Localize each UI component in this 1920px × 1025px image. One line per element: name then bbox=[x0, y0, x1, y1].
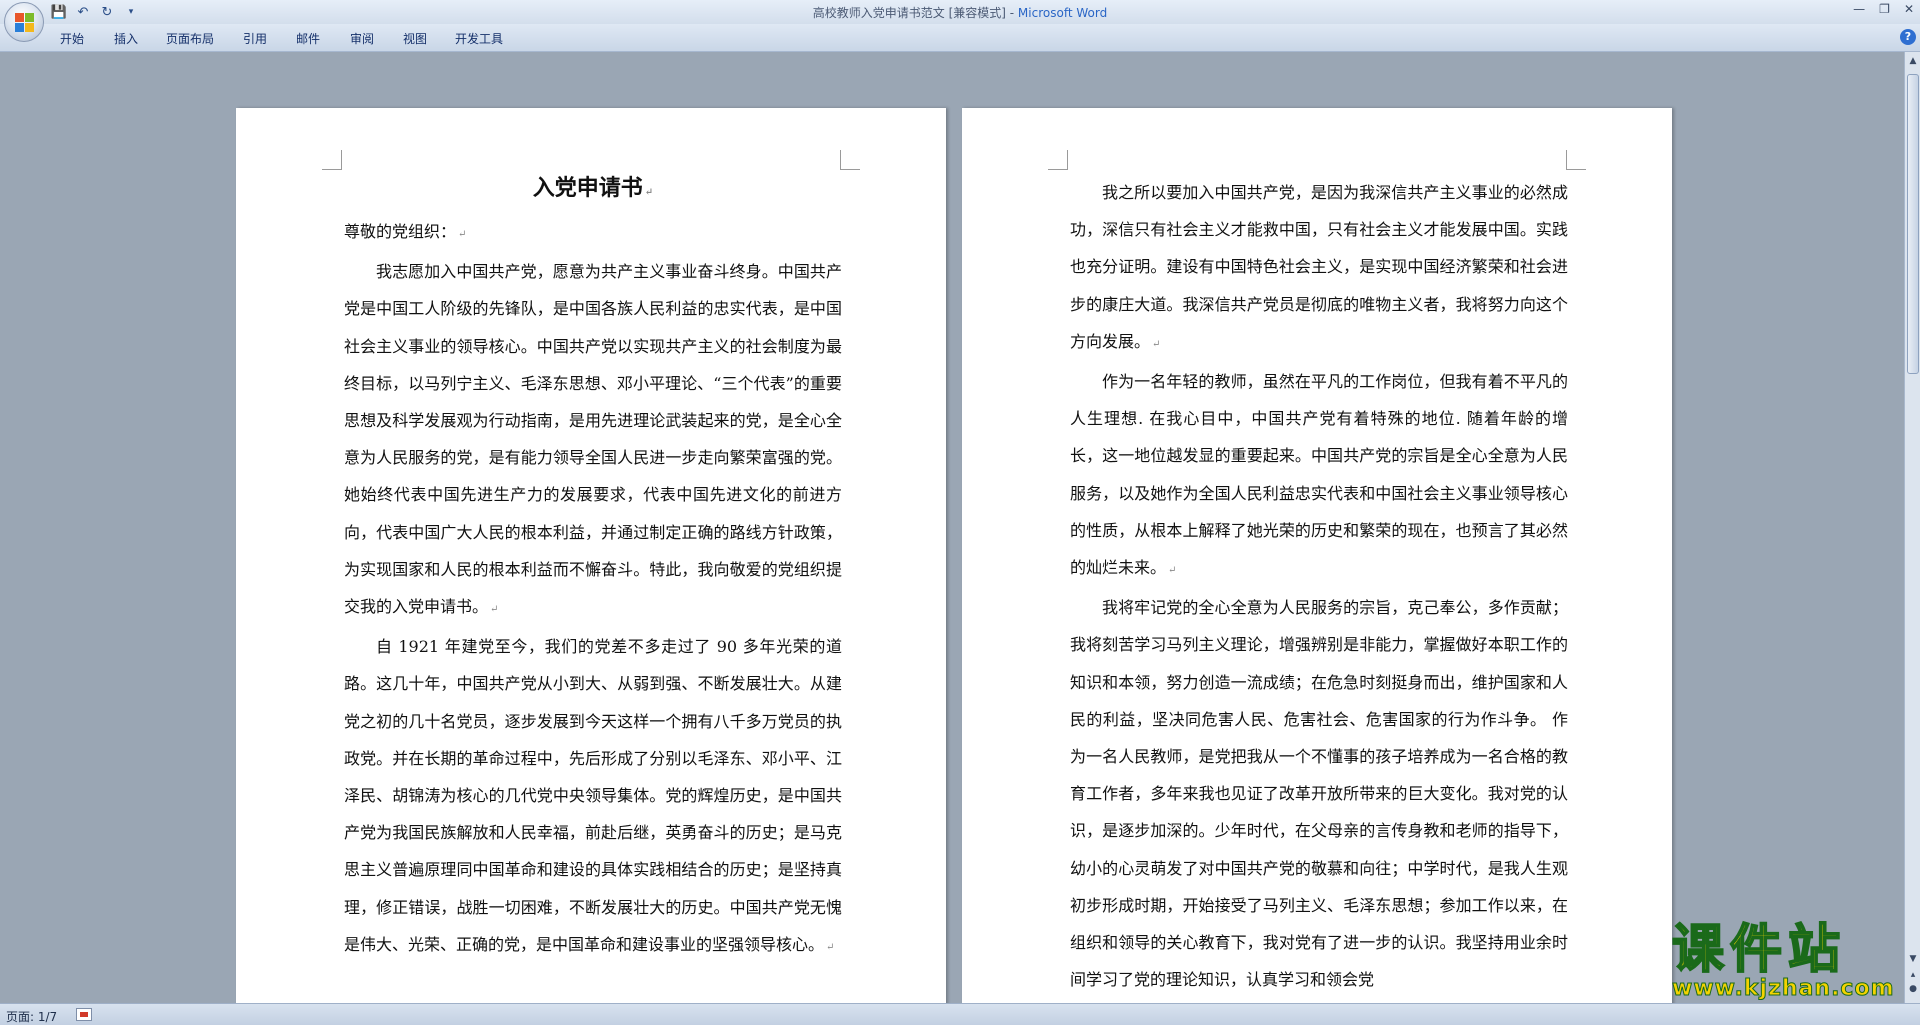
tab-developer[interactable]: 开发工具 bbox=[455, 30, 503, 47]
tab-home[interactable]: 开始 bbox=[60, 30, 84, 47]
paragraph-mark-icon: ↵ bbox=[1168, 565, 1177, 577]
tab-page-layout[interactable]: 页面布局 bbox=[166, 30, 214, 47]
salutation: 尊敬的党组织： ↵ bbox=[344, 222, 467, 241]
margin-corner-mark bbox=[1048, 150, 1068, 170]
document-workspace: 入党申请书 ↵ 尊敬的党组织： ↵ 我志愿加入中国共产党，愿意为共产主义事业奋斗终身… bbox=[0, 52, 1904, 1025]
paragraph: 我志愿加入中国共产党，愿意为共产主义事业奋斗终身。中国共产党是中国工人阶级的先锋… bbox=[344, 262, 842, 617]
spelling-check-icon[interactable] bbox=[76, 1008, 92, 1021]
watermark-brand: 课件站 bbox=[1671, 920, 1847, 980]
help-icon[interactable]: ? bbox=[1900, 29, 1916, 45]
document-page-2[interactable]: 我之所以要加入中国共产党，是因为我深信共产主义事业的必然成功，深信只有社会主义才… bbox=[962, 108, 1672, 1025]
margin-corner-mark bbox=[322, 150, 342, 170]
scroll-down-icon[interactable]: ▼ bbox=[1906, 952, 1920, 966]
vertical-scrollbar[interactable]: ▲ ▼ ▴ ● bbox=[1904, 52, 1920, 1003]
tab-insert[interactable]: 插入 bbox=[114, 30, 138, 47]
paragraph: 自 1921 年建党至今，我们的党差不多走过了 90 多年光荣的道路。这几十年，… bbox=[344, 637, 842, 954]
paragraph: 作为一名年轻的教师，虽然在平凡的工作岗位，但我有着不平凡的人生理想. 在我心目中… bbox=[1070, 372, 1568, 578]
margin-corner-mark bbox=[840, 150, 860, 170]
scroll-up-icon[interactable]: ▲ bbox=[1906, 54, 1920, 68]
tab-mailings[interactable]: 邮件 bbox=[296, 30, 320, 47]
watermark-logo: 课件站 www.kjzhan.com bbox=[1671, 920, 1904, 1002]
scroll-thumb[interactable] bbox=[1907, 74, 1919, 374]
status-bar: 页面: 1/7 bbox=[0, 1003, 1920, 1025]
page-count-status[interactable]: 页面: 1/7 bbox=[6, 1008, 57, 1025]
watermark-url: www.kjzhan.com bbox=[1672, 976, 1895, 1001]
ribbon-tabs: 开始 插入 页面布局 引用 邮件 审阅 视图 开发工具 ? bbox=[0, 24, 1920, 52]
window-title: 高校教师入党申请书范文 [兼容模式] - Microsoft Word bbox=[812, 6, 1108, 20]
paragraph-mark-icon: ↵ bbox=[826, 941, 835, 953]
tab-review[interactable]: 审阅 bbox=[350, 30, 374, 47]
minimize-icon[interactable]: — bbox=[1853, 2, 1865, 16]
close-icon[interactable]: ✕ bbox=[1904, 2, 1914, 16]
tab-view[interactable]: 视图 bbox=[403, 30, 427, 47]
tab-references[interactable]: 引用 bbox=[243, 30, 267, 47]
office-logo-icon bbox=[15, 13, 35, 33]
document-page-1[interactable]: 入党申请书 ↵ 尊敬的党组织： ↵ 我志愿加入中国共产党，愿意为共产主义事业奋斗终身… bbox=[236, 108, 946, 1025]
paragraph: 我将牢记党的全心全意为人民服务的宗旨，克己奉公，多作贡献；我将刻苦学习马列主义理… bbox=[1070, 598, 1568, 990]
margin-corner-mark bbox=[1566, 150, 1586, 170]
office-button[interactable] bbox=[4, 2, 44, 42]
restore-icon[interactable]: ❐ bbox=[1879, 2, 1890, 16]
paragraph-mark-icon: ↵ bbox=[458, 229, 467, 240]
paragraph-mark-icon: ↵ bbox=[644, 187, 654, 198]
page-1-text[interactable]: 入党申请书 ↵ 尊敬的党组织： ↵ 我志愿加入中国共产党，愿意为共产主义事业奋斗终身… bbox=[344, 174, 842, 966]
paragraph: 我之所以要加入中国共产党，是因为我深信共产主义事业的必然成功，深信只有社会主义才… bbox=[1070, 183, 1568, 351]
title-bar: 💾 ↶ ↻ ▾ 高校教师入党申请书范文 [兼容模式] - Microsoft W… bbox=[0, 0, 1920, 24]
previous-page-icon[interactable]: ▴ bbox=[1906, 968, 1920, 982]
document-title: 入党申请书 ↵ bbox=[532, 175, 654, 201]
window-controls: — ❐ ✕ bbox=[1853, 2, 1914, 16]
paragraph-mark-icon: ↵ bbox=[1152, 338, 1161, 350]
browse-object-icon[interactable]: ● bbox=[1906, 982, 1920, 996]
paragraph-mark-icon: ↵ bbox=[490, 604, 499, 616]
page-2-text[interactable]: 我之所以要加入中国共产党，是因为我深信共产主义事业的必然成功，深信只有社会主义才… bbox=[1070, 174, 1568, 998]
